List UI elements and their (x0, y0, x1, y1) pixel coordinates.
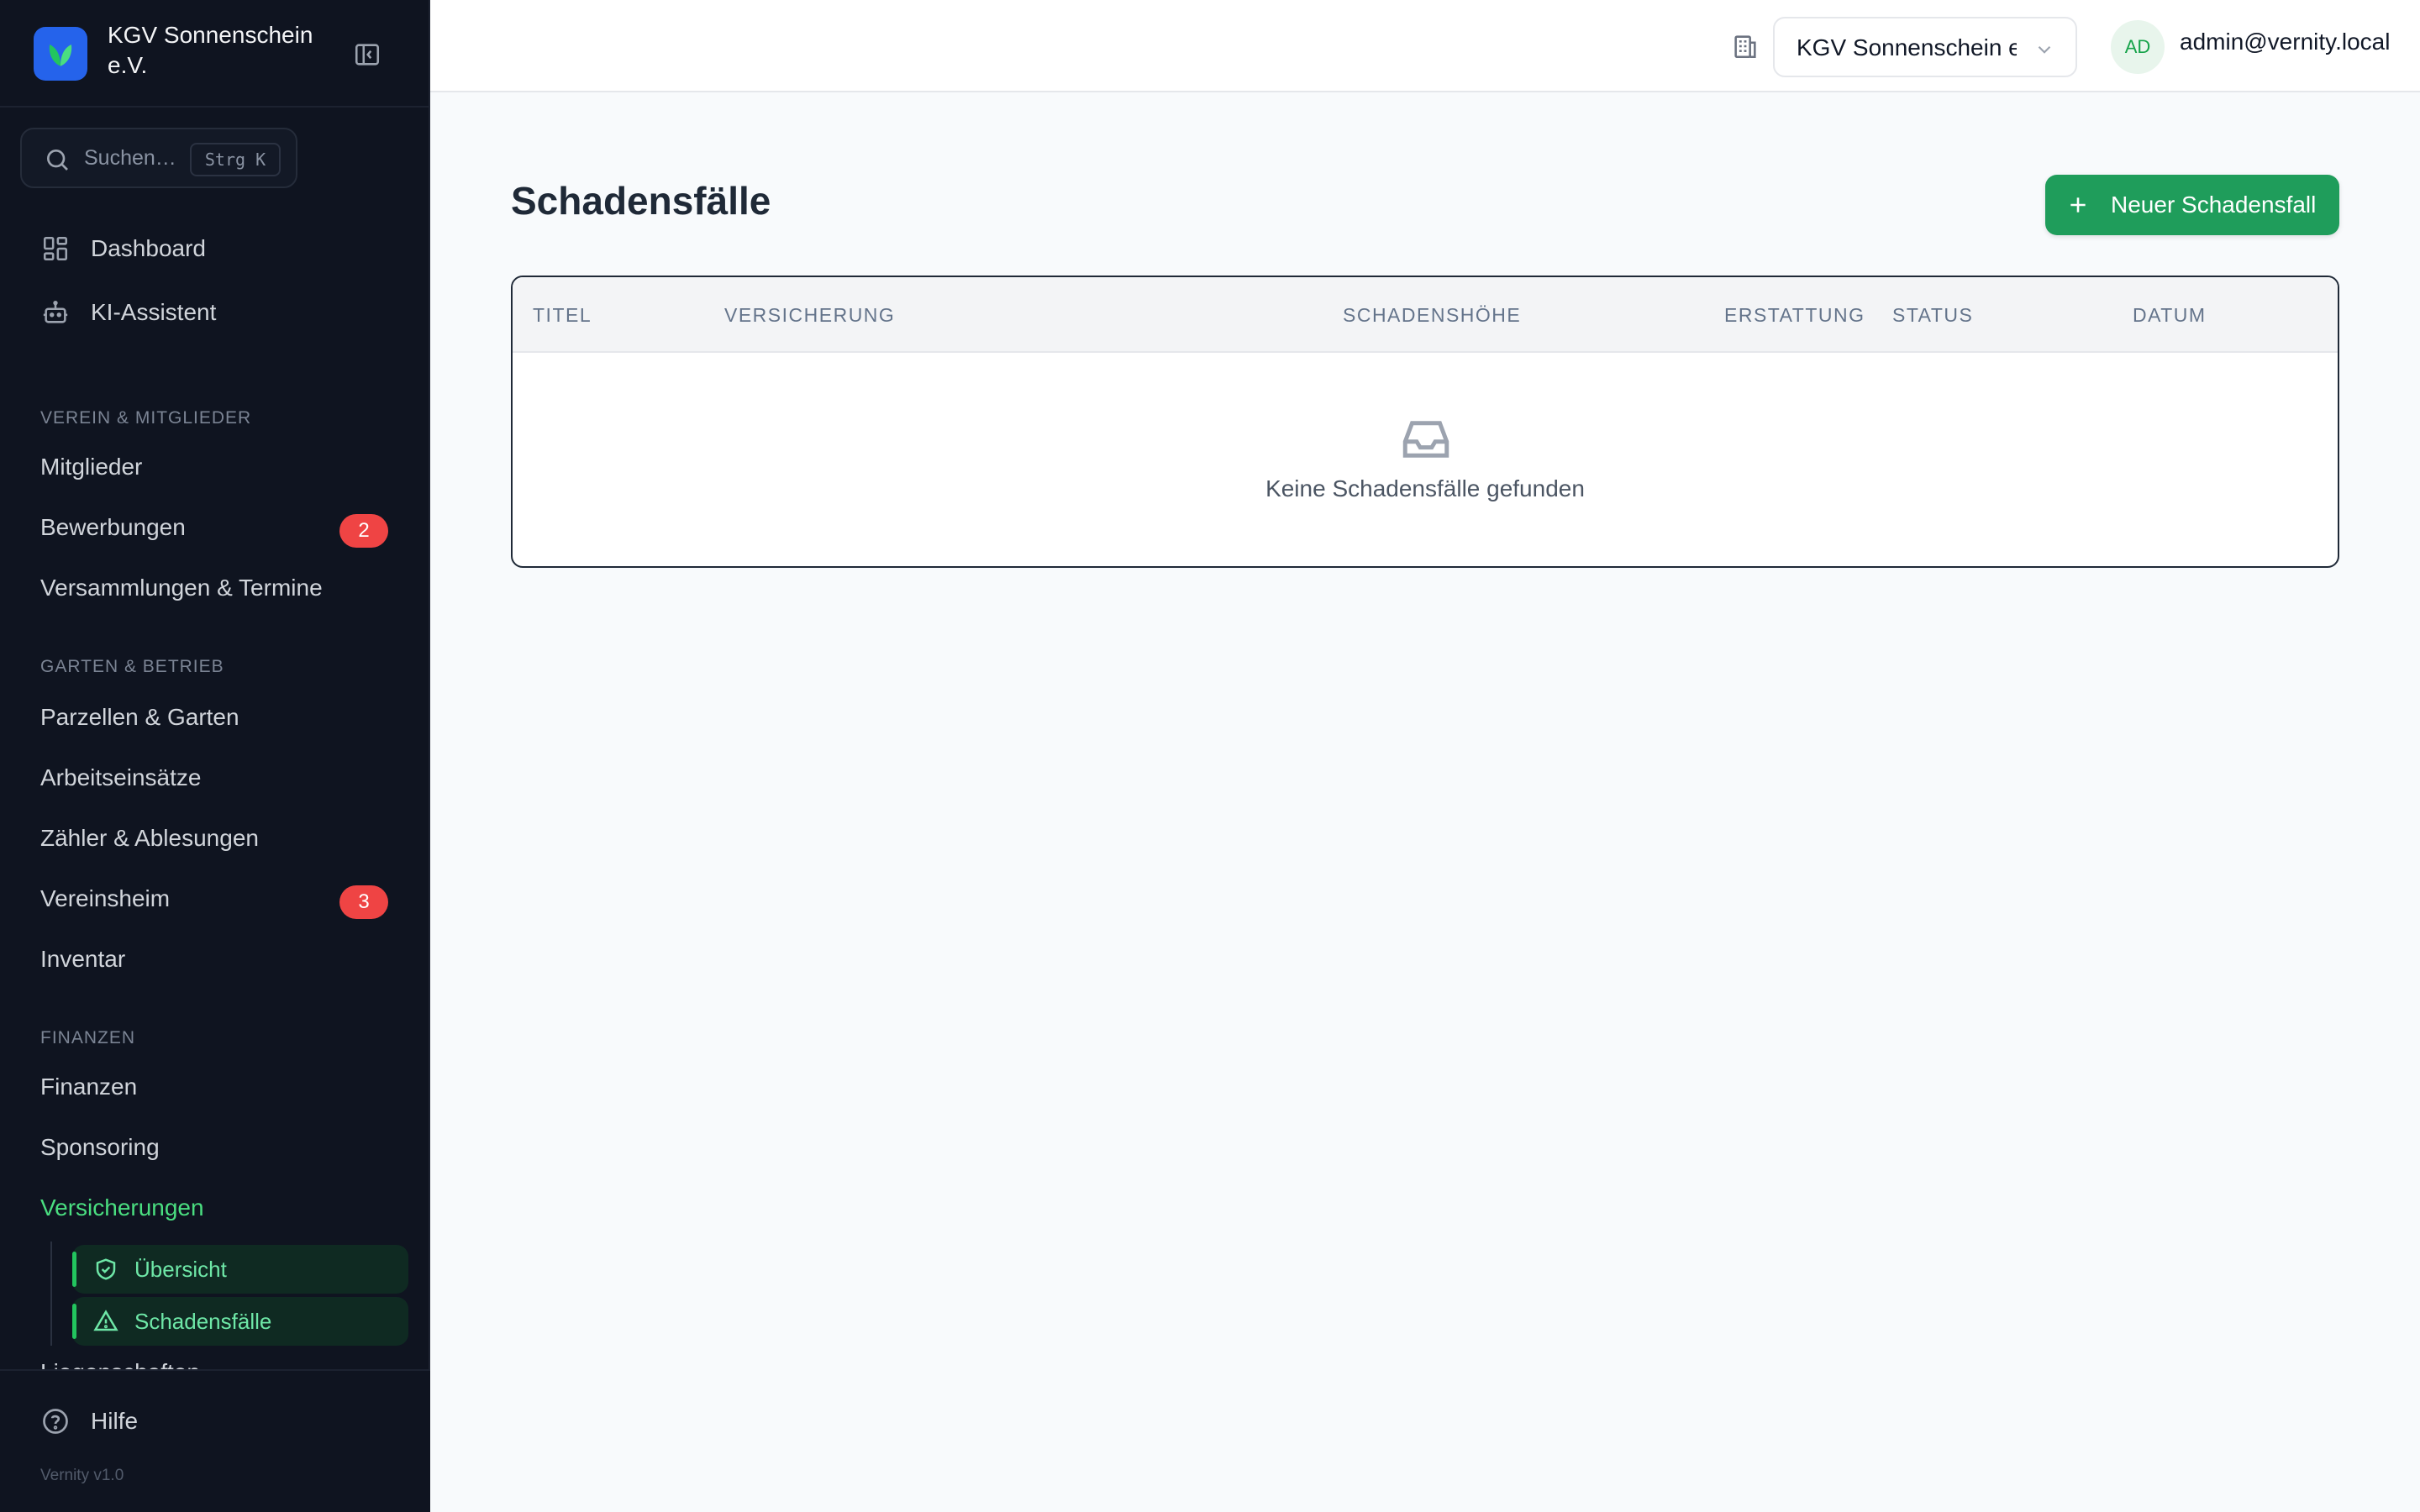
page-title: Schadensfälle (511, 179, 771, 223)
top-bar: KGV Sonnenschein e.V. AD admin@vernity.l… (430, 0, 2420, 92)
organization-select-value: KGV Sonnenschein e.V. (1797, 34, 2017, 60)
help-circle-icon (40, 1406, 71, 1436)
column-header-versicherung[interactable]: VERSICHERUNG (724, 304, 895, 327)
shield-check-icon (92, 1256, 119, 1283)
column-header-datum[interactable]: DATUM (2133, 304, 2207, 327)
building-icon (1734, 35, 1756, 59)
sidebar-subitem-label: Schadensfälle (134, 1308, 272, 1334)
new-claim-button-label: Neuer Schadensfall (2111, 192, 2317, 218)
search-icon (47, 150, 68, 171)
sidebar-item-versicherungen[interactable]: Versicherungen (40, 1194, 204, 1221)
section-title-verein: VEREIN & MITGLIEDER (40, 408, 252, 428)
sidebar-item-bewerbungen[interactable]: Bewerbungen (40, 514, 186, 541)
search-placeholder: Suchen… (84, 146, 176, 170)
claims-table: TITEL VERSICHERUNG SCHADENSHÖHE ERSTATTU… (511, 276, 2339, 568)
sidebar-item-ki-assistent[interactable]: KI-Assistent (40, 297, 216, 328)
version-label: Vernity v1.0 (40, 1467, 124, 1484)
sidebar-item-label: Versicherungen (40, 1194, 204, 1221)
leaf-logo-icon (49, 45, 72, 66)
grid-icon (40, 234, 71, 264)
brand-header: KGV Sonnenschein e.V. (0, 0, 430, 108)
sidebar-item-label: Vereinsheim (40, 885, 171, 911)
inbox-icon (1402, 421, 1449, 458)
avatar[interactable]: AD (2111, 20, 2165, 74)
sidebar-footer: Hilfe (0, 1369, 430, 1512)
sidebar-item-hilfe[interactable]: Hilfe (40, 1406, 138, 1436)
column-header-status[interactable]: STATUS (1892, 304, 1973, 327)
warning-triangle-icon (92, 1308, 119, 1335)
sidebar-item-label: Bewerbungen (40, 514, 186, 540)
plus-icon (2067, 194, 2089, 216)
sidebar-subitem-uebersicht[interactable]: Übersicht (72, 1245, 408, 1294)
search-shortcut-hint: Strg K (190, 143, 281, 176)
sidebar-item-versammlungen[interactable]: Versammlungen & Termine (40, 575, 323, 601)
column-header-titel[interactable]: TITEL (533, 304, 592, 327)
chevron-down-icon (2038, 45, 2051, 54)
sidebar-item-vereinsheim[interactable]: Vereinsheim (40, 885, 170, 912)
search-box[interactable]: Suchen… Strg K (20, 128, 297, 188)
sidebar-item-label: Dashboard (91, 235, 206, 261)
table-header: TITEL VERSICHERUNG SCHADENSHÖHE ERSTATTU… (513, 277, 2338, 353)
brand-name: KGV Sonnenschein e.V. (108, 22, 313, 78)
collapse-sidebar-button[interactable] (351, 39, 383, 71)
section-title-finanzen: FINANZEN (40, 1028, 135, 1047)
organization-select[interactable]: KGV Sonnenschein e.V. (1773, 17, 2077, 77)
user-email[interactable]: admin@vernity.local (2180, 29, 2390, 55)
sidebar-item-zaehler[interactable]: Zähler & Ablesungen (40, 825, 259, 852)
sidebar-item-label: Zähler & Ablesungen (40, 825, 259, 851)
sidebar: KGV Sonnenschein e.V. Suchen… Strg K Das… (0, 0, 430, 1512)
brand-logo[interactable] (34, 27, 87, 81)
vereinsheim-count-badge: 3 (339, 885, 388, 919)
sidebar-item-parzellen[interactable]: Parzellen & Garten (40, 704, 239, 731)
sidebar-subitem-label: Übersicht (134, 1256, 227, 1282)
sidebar-item-label: Finanzen (40, 1074, 138, 1100)
sidebar-item-label: Versammlungen & Termine (40, 575, 323, 601)
column-header-erstattung[interactable]: ERSTATTUNG (1724, 304, 1865, 327)
empty-state-text: Keine Schadensfälle gefunden (1265, 475, 1585, 501)
sidebar-item-dashboard[interactable]: Dashboard (40, 234, 206, 264)
sidebar-item-label: Parzellen & Garten (40, 704, 239, 730)
section-title-garten: GARTEN & BETRIEB (40, 657, 224, 676)
sidebar-item-sponsoring[interactable]: Sponsoring (40, 1134, 160, 1161)
sidebar-item-label: Hilfe (91, 1408, 139, 1434)
column-header-schadenshoehe[interactable]: SCHADENSHÖHE (1343, 304, 1521, 327)
sidebar-item-label: Inventar (40, 946, 126, 972)
sidebar-item-label: Mitglieder (40, 454, 143, 480)
sidebar-item-inventar[interactable]: Inventar (40, 946, 125, 973)
active-indicator (72, 1252, 76, 1287)
sidebar-item-label: Sponsoring (40, 1134, 160, 1160)
active-indicator (72, 1304, 76, 1339)
new-claim-button[interactable]: Neuer Schadensfall (2045, 175, 2339, 235)
sidebar-item-arbeitseinsaetze[interactable]: Arbeitseinsätze (40, 764, 201, 791)
subnav-guide-line (50, 1242, 52, 1346)
sidebar-subitem-schadensfaelle[interactable]: Schadensfälle (72, 1297, 408, 1346)
bewerbungen-count-badge: 2 (339, 514, 388, 548)
sidebar-item-label: KI-Assistent (91, 299, 217, 325)
sidebar-collapse-icon (355, 44, 380, 66)
bot-icon (40, 297, 71, 328)
sidebar-item-label: Arbeitseinsätze (40, 764, 202, 790)
sidebar-item-finanzen[interactable]: Finanzen (40, 1074, 137, 1100)
sidebar-item-mitglieder[interactable]: Mitglieder (40, 454, 142, 480)
